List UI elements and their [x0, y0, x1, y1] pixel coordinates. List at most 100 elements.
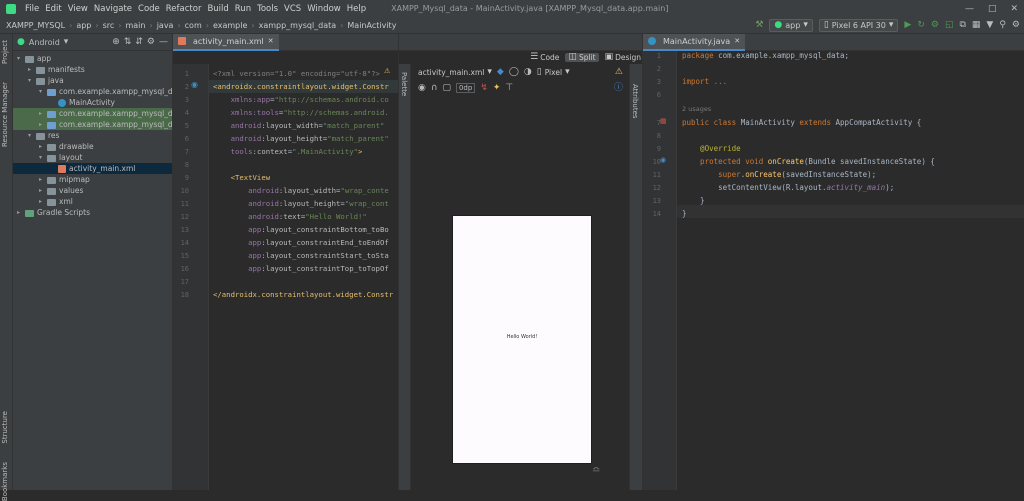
mode-split-button[interactable]: ◫ Split	[565, 53, 599, 62]
code-line[interactable]: app:layout_constraintEnd_toEndOf	[213, 236, 389, 249]
design-canvas[interactable]: Hello World! ≏	[412, 96, 630, 490]
palette-tool-tab[interactable]: Palette	[400, 72, 408, 96]
chevron-right-icon[interactable]: ▸	[39, 175, 47, 185]
debug-icon[interactable]: ⚙	[931, 21, 939, 30]
night-mode-icon[interactable]: ◑	[524, 67, 532, 77]
menu-file[interactable]: File	[22, 4, 42, 14]
code-line[interactable]: <?xml version="1.0" encoding="utf-8"?>	[213, 67, 380, 80]
code-line[interactable]: app:layout_constraintStart_toSta	[213, 249, 389, 262]
code-line[interactable]: protected void onCreate(Bundle savedInst…	[682, 155, 935, 168]
search-icon[interactable]: ⚲	[999, 21, 1006, 30]
code-line[interactable]: tools:context=".MainActivity">	[213, 145, 363, 158]
chevron-right-icon[interactable]: ▸	[39, 142, 47, 152]
code-line[interactable]: package com.example.xampp_mysql_data;	[682, 49, 849, 62]
tree-item[interactable]: ▾ app	[17, 54, 51, 64]
tree-item[interactable]: ▾ res	[28, 131, 59, 141]
layout-file-dropdown[interactable]: activity_main.xml ▾	[418, 66, 492, 79]
chevron-right-icon[interactable]: ▸	[39, 120, 47, 130]
chevron-down-icon[interactable]: ▾	[28, 131, 36, 141]
gear-icon[interactable]: ⚙	[147, 37, 155, 47]
menu-refactor[interactable]: Refactor	[163, 4, 205, 14]
tree-item[interactable]: ▸ Gradle Scripts	[17, 208, 90, 218]
code-line[interactable]: android:layout_width="match_parent"	[213, 119, 385, 132]
menu-help[interactable]: Help	[344, 4, 369, 14]
device-preview[interactable]: Hello World!	[453, 216, 591, 463]
view-options-icon[interactable]: ◉	[418, 83, 426, 93]
menu-window[interactable]: Window	[304, 4, 344, 14]
profile-icon[interactable]: ◱	[945, 21, 954, 30]
close-icon[interactable]: ✕	[1010, 4, 1018, 14]
breadcrumb-item[interactable]: XAMPP_MYSQL	[6, 21, 65, 30]
minimize-icon[interactable]: —	[965, 4, 974, 14]
magnet-icon[interactable]: ∩	[431, 83, 438, 93]
rerun-icon[interactable]: ↻	[917, 21, 925, 30]
code-line[interactable]: </androidx.constraintlayout.widget.Const…	[213, 288, 393, 301]
warning-icon[interactable]: ⚠	[615, 67, 623, 77]
breadcrumb-item[interactable]: main	[125, 21, 145, 30]
code-line[interactable]: app:layout_constraintTop_toTopOf	[213, 262, 389, 275]
code-line[interactable]: app:layout_constraintBottom_toBo	[213, 223, 389, 236]
chevron-down-icon[interactable]: ▾	[39, 153, 47, 163]
chevron-right-icon[interactable]: ▸	[39, 197, 47, 207]
maximize-icon[interactable]: □	[988, 4, 997, 14]
locate-icon[interactable]: ⊕	[112, 37, 120, 47]
close-tab-icon[interactable]: ✕	[268, 37, 274, 45]
tab-main-activity-java[interactable]: MainActivity.java ✕	[643, 33, 746, 51]
menu-vcs[interactable]: VCS	[281, 4, 304, 14]
menu-run[interactable]: Run	[232, 4, 254, 14]
resize-handle-icon[interactable]: ≏	[592, 465, 600, 476]
chevron-down-icon[interactable]: ▾	[17, 54, 25, 64]
menu-build[interactable]: Build	[204, 4, 231, 14]
mode-design-button[interactable]: ▣ Design	[605, 53, 641, 63]
bookmarks-tool-tab[interactable]: Bookmarks	[1, 462, 9, 501]
code-line[interactable]: import ...	[682, 75, 727, 88]
resource-manager-tool-tab[interactable]: Resource Manager	[1, 82, 9, 147]
tree-item[interactable]: ▾ layout	[39, 153, 82, 163]
device-dropdown[interactable]: ▯ Pixel 6 API 30 ▾	[818, 19, 899, 32]
tree-item[interactable]: ▸ mipmap	[39, 175, 90, 185]
tree-item[interactable]: ▸ values	[39, 186, 83, 196]
chevron-right-icon[interactable]: ▸	[39, 186, 47, 196]
tree-item[interactable]: MainActivity	[50, 98, 115, 108]
code-line[interactable]: android:text="Hello World!"	[213, 210, 367, 223]
preview-device-dropdown[interactable]: ▯ Pixel ▾	[537, 66, 570, 79]
hammer-icon[interactable]: ⚒	[755, 21, 763, 30]
usages-hint[interactable]: 2 usages	[682, 105, 711, 113]
chevron-down-icon[interactable]: ▾	[39, 87, 47, 97]
structure-tool-tab[interactable]: Structure	[1, 411, 9, 444]
default-margin-field[interactable]: 0dp	[455, 83, 476, 93]
code-line[interactable]: public class MainActivity extends AppCom…	[682, 116, 921, 129]
collapse-all-icon[interactable]: ⇵	[135, 37, 143, 47]
run-config-dropdown[interactable]: ● app ▾	[769, 19, 813, 32]
code-line[interactable]: }	[682, 207, 687, 220]
code-line[interactable]: @Override	[682, 142, 741, 155]
menu-tools[interactable]: Tools	[254, 4, 281, 14]
tree-item[interactable]: ▾ com.example.xampp_mysql_data	[39, 87, 185, 97]
preview-textview[interactable]: Hello World!	[453, 334, 591, 340]
menu-code[interactable]: Code	[135, 4, 163, 14]
chevron-down-icon[interactable]: ▾	[28, 76, 36, 86]
chevron-right-icon[interactable]: ▸	[28, 65, 36, 75]
menu-navigate[interactable]: Navigate	[91, 4, 135, 14]
hide-icon[interactable]: —	[159, 37, 168, 47]
mode-code-button[interactable]: ☰ Code	[530, 53, 559, 63]
warning-icon[interactable]: ⚠	[384, 68, 390, 75]
orientation-icon[interactable]: ◯	[509, 67, 519, 77]
breadcrumb-item[interactable]: java	[157, 21, 174, 30]
tree-item[interactable]: ▸ xml	[39, 197, 73, 207]
settings-icon[interactable]: ⚙	[1012, 21, 1020, 30]
chevron-right-icon[interactable]: ▸	[17, 208, 25, 218]
attach-debugger-icon[interactable]: ⧉	[959, 21, 965, 30]
code-line[interactable]: setContentView(R.layout.activity_main);	[682, 181, 894, 194]
code-line[interactable]: }	[682, 194, 705, 207]
code-line[interactable]: android:layout_width="wrap_conte	[213, 184, 389, 197]
breadcrumb-item[interactable]: example	[213, 21, 247, 30]
breadcrumb-item[interactable]: src	[103, 21, 115, 30]
tree-item[interactable]: ▾ java	[28, 76, 64, 86]
menu-view[interactable]: View	[65, 4, 91, 14]
breadcrumb-item[interactable]: com	[185, 21, 202, 30]
code-line[interactable]: android:layout_height="wrap_cont	[213, 197, 389, 210]
device-manager-icon[interactable]: ▦	[972, 21, 981, 30]
run-icon[interactable]: ▶	[904, 21, 911, 30]
project-view-dropdown[interactable]: Android	[29, 38, 60, 47]
